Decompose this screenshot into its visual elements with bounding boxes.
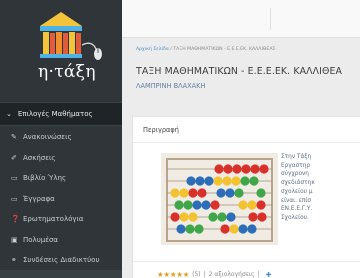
- sidebar-footer: [0, 270, 122, 278]
- description-text: Στην Τάξη Εργαστηρ σύγχρονη σχεδιάστηκ σ…: [281, 153, 360, 223]
- page-title: ΤΑΞΗ ΜΑΘΗΜΑΤΙΚΩΝ - Ε.Ε.Ε.ΕΚ. ΚΑΛΛΙΘΕΑ: [136, 66, 342, 77]
- description-line: Εργαστηρ: [281, 162, 311, 169]
- breadcrumb-current: ΤΑΞΗ ΜΑΘΗΜΑΤΙΚΩΝ - Ε.Ε.Ε.ΕΚ. ΚΑΛΛΙΘΕΑΣ: [173, 47, 276, 52]
- sidebar-item-label: Πολυμέσα: [23, 235, 59, 244]
- breadcrumb-home-link[interactable]: Αρχική Σελίδα: [136, 47, 169, 52]
- sidebar-item-label: Βιβλίο Ύλης: [23, 174, 67, 183]
- edit-icon: ✐: [11, 153, 17, 162]
- sidebar-item-web-links[interactable]: ⚭ Συνδέσεις Διαδικτύου: [0, 250, 122, 271]
- book-icon: ▭: [11, 174, 18, 183]
- logo-text: η·τάξη: [38, 62, 96, 82]
- link-icon: ⚭: [11, 256, 17, 265]
- main-content: Αρχική Σελίδα / ΤΑΞΗ ΜΑΘΗΜΑΤΙΚΩΝ - Ε.Ε.Ε…: [122, 38, 360, 278]
- description-title: Περιγραφή: [143, 126, 179, 134]
- star-rating[interactable]: ★★★★★: [157, 270, 189, 278]
- card-footer: ★★★★★ (5) | 2 αξιολογήσεις | ✚: [133, 261, 360, 278]
- top-bar: [122, 0, 360, 38]
- breadcrumb: Αρχική Σελίδα / ΤΑΞΗ ΜΑΘΗΜΑΤΙΚΩΝ - Ε.Ε.Ε…: [136, 47, 275, 52]
- reviews-count: 2 αξιολογήσεις: [208, 271, 255, 278]
- sidebar-item-exercises[interactable]: ✐ Ασκήσεις: [0, 148, 122, 169]
- logo[interactable]: η·τάξη: [0, 0, 122, 102]
- sidebar-item-label: Ανακοινώσεις: [23, 133, 72, 142]
- rating-bar: ★★★★★ (5) | 2 αξιολογήσεις | ✚: [157, 270, 271, 278]
- sidebar-item-documents[interactable]: ▭ Έγγραφα: [0, 189, 122, 210]
- sidebar-item-multimedia[interactable]: ▣ Πολυμέσα: [0, 230, 122, 251]
- sidebar-item-label: Συνδέσεις Διαδικτύου: [23, 256, 100, 265]
- folder-icon: ▭: [11, 194, 18, 203]
- rating-count: (5): [192, 271, 201, 278]
- description-line: είναι. επίσ: [281, 197, 312, 204]
- description-line: σχεδιάστηκ: [281, 180, 315, 187]
- rating-separator: |: [203, 271, 206, 278]
- add-icon[interactable]: ✚: [266, 271, 272, 278]
- description-line: σχολείου μ: [281, 188, 313, 195]
- description-line: σύγχρονη: [281, 171, 309, 178]
- card-divider: [133, 142, 360, 143]
- description-line: ΕΝ.Ε.Ε.Γ.Υ.: [281, 206, 313, 213]
- sidebar-item-syllabus-book[interactable]: ▭ Βιβλίο Ύλης: [0, 168, 122, 189]
- description-line: Στην Τάξη: [281, 154, 312, 160]
- description-card: Περιγραφή Στην Τάξη Εργαστηρ σύγχρονη σχ…: [132, 116, 360, 278]
- rating-separator: |: [257, 271, 260, 278]
- sidebar-item-label: Ασκήσεις: [23, 153, 56, 162]
- sidebar-item-announcements[interactable]: ✎ Ανακοινώσεις: [0, 127, 122, 148]
- chevron-down-icon: ⌄: [6, 110, 12, 118]
- course-options-header[interactable]: ⌄ Επιλογές Μαθήματος: [0, 102, 122, 126]
- megaphone-icon: ✎: [11, 133, 17, 142]
- description-line: Σχολείου.: [281, 214, 309, 221]
- abacus-image: [161, 153, 278, 245]
- breadcrumb-separator: /: [170, 47, 172, 52]
- sidebar-item-questionnaires[interactable]: ❓ Ερωτηματολόγια: [0, 209, 122, 230]
- topbar-divider: [270, 8, 271, 30]
- logo-icon: [40, 12, 102, 60]
- sidebar-item-label: Ερωτηματολόγια: [23, 215, 84, 224]
- question-icon: ❓: [11, 215, 20, 224]
- film-icon: ▣: [11, 235, 18, 244]
- course-teacher: ΛΑΜΠΡΙΝΗ ΒΛΑΧΑΚΗ: [136, 82, 206, 90]
- sidebar-menu: ✎ Ανακοινώσεις ✐ Ασκήσεις ▭ Βιβλίο Ύλης …: [0, 127, 122, 271]
- course-options-label: Επιλογές Μαθήματος: [17, 110, 93, 118]
- sidebar-item-label: Έγγραφα: [23, 194, 55, 203]
- sidebar: η·τάξη ⌄ Επιλογές Μαθήματος ✎ Ανακοινώσε…: [0, 0, 122, 278]
